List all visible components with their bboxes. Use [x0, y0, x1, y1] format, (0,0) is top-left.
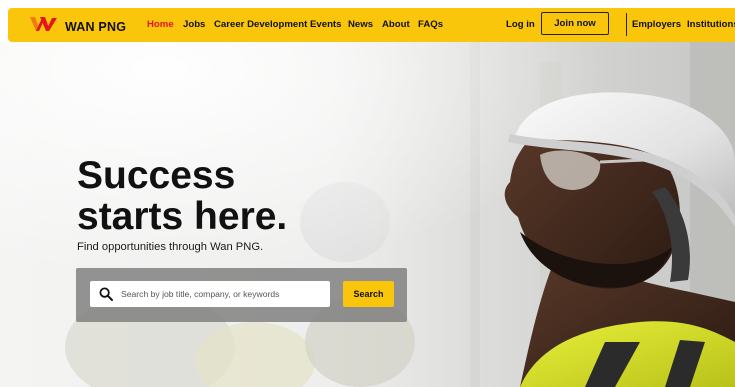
nav-link-career-development[interactable]: Career Development — [214, 19, 307, 30]
join-now-button[interactable]: Join now — [541, 12, 609, 35]
nav-link-news[interactable]: News — [348, 19, 373, 30]
search-button[interactable]: Search — [343, 281, 394, 307]
wan-png-logo-icon — [30, 15, 59, 38]
search-icon — [99, 287, 113, 301]
nav-divider — [626, 13, 627, 36]
login-link[interactable]: Log in — [506, 19, 535, 30]
nav-link-faqs[interactable]: FAQs — [418, 19, 443, 30]
nav-link-jobs[interactable]: Jobs — [183, 19, 205, 30]
nav-link-institutions[interactable]: Institutions — [687, 19, 735, 30]
nav-link-employers[interactable]: Employers — [632, 19, 681, 30]
hero-section: Success starts here. Find opportunities … — [0, 42, 735, 387]
brand-logo[interactable]: WAN PNG — [30, 15, 126, 38]
nav-link-home[interactable]: Home — [147, 19, 174, 30]
hero-subtext: Find opportunities through Wan PNG. — [77, 241, 264, 253]
nav-link-events[interactable]: Events — [310, 19, 341, 30]
hero-headline-line-2: starts here. — [77, 195, 288, 238]
nav-link-about[interactable]: About — [382, 19, 410, 30]
brand-name: WAN PNG — [65, 19, 127, 34]
hero-headline-line-1: Success — [77, 154, 236, 197]
hero-headline: Success starts here. — [77, 155, 337, 237]
search-panel: Search — [76, 268, 407, 322]
search-box[interactable] — [90, 281, 330, 307]
search-input[interactable] — [121, 289, 321, 299]
top-nav-bar: WAN PNG Home Jobs Career Development Eve… — [8, 8, 735, 42]
